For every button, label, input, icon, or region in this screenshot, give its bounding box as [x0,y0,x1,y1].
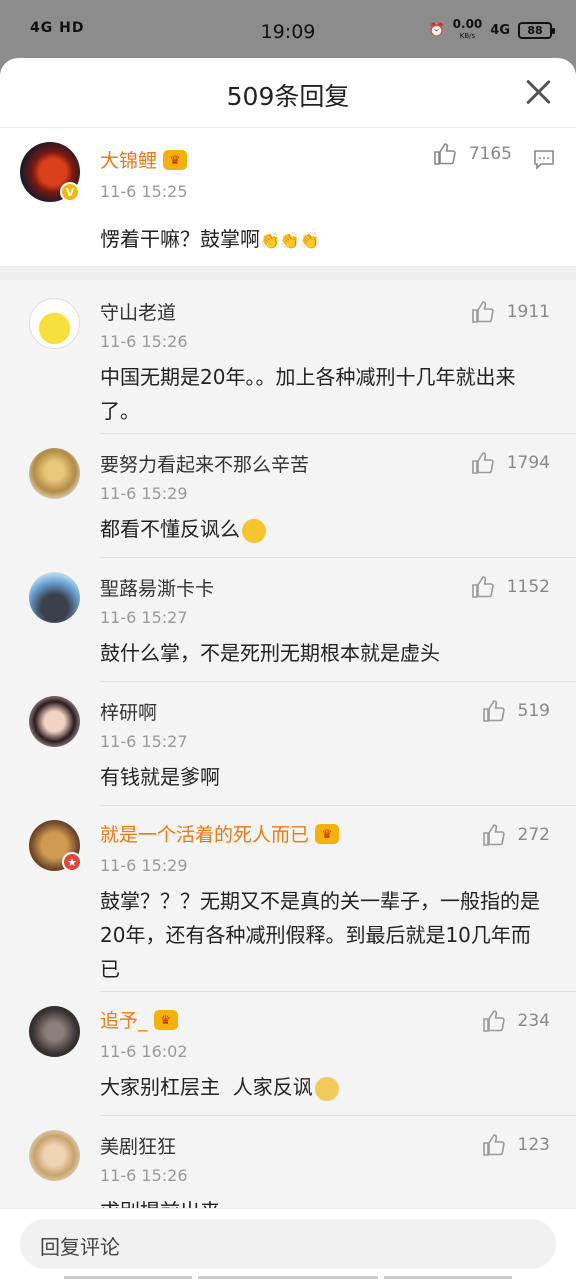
reply-input[interactable]: 回复评论 [20,1219,556,1269]
reply-time: 11-6 15:29 [100,484,188,503]
reply-time: 11-6 15:27 [100,732,188,751]
like-button[interactable]: 519 [482,699,550,723]
close-icon[interactable] [524,78,552,106]
reply-text: 大家别杠层主 人家反讽 [100,1070,546,1104]
comment-time: 11-6 15:25 [100,182,188,201]
reply-text: 鼓什么掌，不是死刑无期根本就是虚头 [100,641,440,665]
like-button[interactable]: 7165 [433,142,512,166]
like-button[interactable]: 1911 [471,300,550,324]
status-bar: 4G HD 19:09 ⏰ 0.00 KB/s 4G 88 [0,0,576,66]
thumbs-up-icon [433,143,456,165]
list-item: 要努力看起来不那么辛苦 11-6 15:29 1794 都看不懂反讽么 [0,434,576,558]
avatar[interactable] [29,298,80,349]
verified-badge-icon: V [60,182,80,202]
avatar[interactable] [29,696,80,747]
verified-badge-icon: ★ [62,852,82,872]
reply-time: 11-6 16:02 [100,1042,188,1061]
list-item: 聖蕗昜澌卡卡 11-6 15:27 1152 鼓什么掌，不是死刑无期根本就是虚头 [0,558,576,682]
thumbs-up-icon [471,452,494,474]
like-button[interactable]: 234 [482,1009,550,1033]
nav-indicator [384,1276,512,1279]
vip-crown-icon: ♛ [153,1009,178,1030]
nav-indicator [198,1276,378,1279]
reply-author[interactable]: 聖蕗昜澌卡卡 [100,574,214,601]
reply-author[interactable]: 守山老道 [100,298,176,325]
message-icon[interactable] [532,148,556,172]
battery-icon: 88 [518,21,555,39]
alarm-icon: ⏰ [428,22,445,38]
thumbs-up-icon [471,576,494,598]
thumbs-up-icon [471,301,494,323]
comment-text: 愣着干嘛？鼓掌啊👏👏👏 [100,222,546,258]
like-button[interactable]: 123 [482,1133,550,1157]
nav-indicator [64,1276,192,1279]
avatar[interactable] [29,572,80,623]
cat-emoji-icon [314,1076,339,1101]
bottom-bar: 回复评论 [0,1208,576,1280]
network-speed: 0.00 KB/s [452,17,483,40]
thumbs-up-icon [482,1134,505,1156]
thumbs-up-icon [482,700,505,722]
reply-author[interactable]: 要努力看起来不那么辛苦 [100,450,309,477]
network-type: 4G [490,22,510,38]
reply-list: 守山老道 11-6 15:26 1911 中国无期是20年。。加上各种减刑十几年… [0,280,576,1246]
grin-emoji-icon [242,518,266,543]
status-right: ⏰ 0.00 KB/s 4G 88 [428,17,555,42]
reply-sheet: 509条回复 V 大锦鲤 ♛ 11-6 15:25 7165 愣着干嘛？鼓掌啊👏… [0,58,576,1280]
vip-crown-icon: ♛ [163,149,188,170]
main-comment: V 大锦鲤 ♛ 11-6 15:25 7165 愣着干嘛？鼓掌啊👏👏👏 [0,128,576,266]
reply-text: 中国无期是20年。。加上各种减刑十几年就出来了。 [100,365,516,423]
list-item: ★ 就是一个活着的死人而已 ♛ 11-6 15:29 272 鼓掌？？？无期又不… [0,806,576,992]
divider [0,266,576,280]
reply-author[interactable]: 美剧狂狂 [100,1132,176,1159]
like-button[interactable]: 1152 [471,575,550,599]
reply-author[interactable]: 梓研啊 [100,698,157,725]
reply-author[interactable]: 就是一个活着的死人而已 ♛ [100,820,340,847]
list-item: 守山老道 11-6 15:26 1911 中国无期是20年。。加上各种减刑十几年… [0,280,576,434]
thumbs-up-icon [482,1010,505,1032]
reply-text: 都看不懂反讽么 [100,512,546,546]
list-item: 追予_ ♛ 11-6 16:02 234 大家别杠层主 人家反讽 [0,992,576,1116]
sheet-header: 509条回复 [0,58,576,128]
list-item: 梓研啊 11-6 15:27 519 有钱就是爹啊 [0,682,576,806]
thumbs-up-icon [482,824,505,846]
reply-time: 11-6 15:26 [100,332,188,351]
reply-time: 11-6 15:26 [100,1166,188,1185]
sheet-title: 509条回复 [226,82,350,111]
reply-text: 有钱就是爹啊 [100,765,220,789]
comment-author[interactable]: 大锦鲤 ♛ [100,146,188,173]
like-button[interactable]: 1794 [471,451,550,475]
reply-time: 11-6 15:27 [100,608,188,627]
avatar[interactable] [29,448,80,499]
vip-crown-icon: ♛ [315,823,340,844]
reply-author[interactable]: 追予_ ♛ [100,1006,178,1033]
clap-emoji-icon: 👏👏👏 [260,230,320,250]
reply-text: 鼓掌？？？无期又不是真的关一辈子，一般指的是20年，还有各种减刑假释。到最后就是… [100,889,540,981]
avatar[interactable] [29,1130,80,1181]
reply-time: 11-6 15:29 [100,856,188,875]
like-button[interactable]: 272 [482,823,550,847]
avatar[interactable] [29,1006,80,1057]
